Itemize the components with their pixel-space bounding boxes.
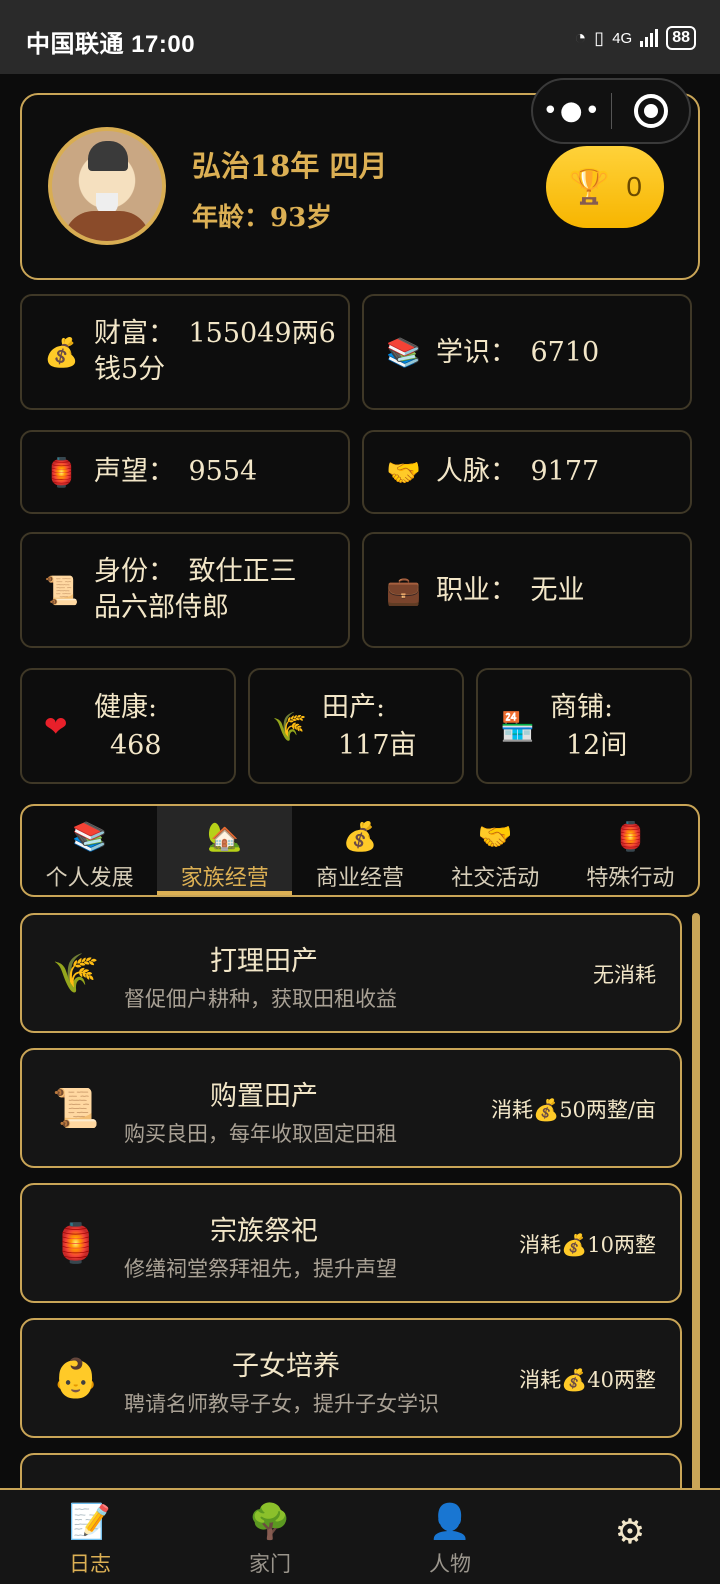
knowledge-text: 学识： 6710 [436,337,600,368]
nav-label: 人物 [429,1552,471,1576]
career-text: 职业： 无业 [436,575,585,606]
lantern-icon: 🏮 [612,820,648,853]
action-desc: 购买良田，每年收取固定田租 [124,1122,397,1146]
nav-label: 日志 [69,1552,111,1576]
stat-reputation: 🏮 声望： 9554 [20,430,350,514]
gear-icon: ⚙ [614,1512,646,1552]
vibrate-icon: ▯ [594,27,605,48]
action-cost: 消耗💰50两整/亩 [491,1098,656,1122]
money-bag-icon: 💰 [342,820,378,853]
stat-knowledge: 📚 学识： 6710 [362,294,692,410]
health-label: 健康: [94,692,158,723]
stat-shops: 🏪 商铺: 12间 [476,668,692,784]
stat-health: ❤ 健康: 468 [20,668,236,784]
books-icon: 📚 [386,336,421,369]
character-age: 年龄：93岁 [192,203,333,233]
wealth-text: 财富： 155049两6钱5分 [94,318,336,385]
action-cost: 无消耗 [593,963,656,987]
scroll-icon: 📜 [44,574,79,607]
action-title: 打理田产 [210,946,318,977]
action-title: 购置田产 [210,1081,318,1112]
category-tabs: 📚 个人发展 🏡 家族经营 💰 商业经营 🤝 社交活动 🏮 特殊行动 [20,804,700,897]
status-bar: 中国联通 17:00 ◔ ▯ 4G 88 [0,0,720,74]
tab-label: 商业经营 [316,866,405,891]
status-icons: ◔ ▯ 4G 88 [574,24,696,52]
network-label: 4G [612,29,633,47]
nav-label: 家门 [249,1552,291,1576]
trophy-icon: 🏆 [568,168,611,206]
tab-label: 家族经营 [180,866,269,891]
speed-icon: ◔ [574,26,587,49]
tab-personal-development[interactable]: 📚 个人发展 [22,806,157,895]
stat-career: 💼 职业： 无业 [362,532,692,648]
action-desc: 督促佃户耕种，获取田租收益 [124,987,397,1011]
action-clan-worship[interactable]: 🏮 宗族祭祀 修缮祠堂祭拜祖先，提升声望 消耗💰10两整 [20,1183,682,1303]
books-icon: 📚 [72,820,108,853]
tab-label: 个人发展 [45,866,134,891]
stat-connections: 🤝 人脉： 9177 [362,430,692,514]
tab-business[interactable]: 💰 商业经营 [292,806,427,895]
bottom-nav: 📝 日志 🌳 家门 👤 人物 ⚙ [0,1488,720,1584]
shops-value: 12间 [566,730,628,761]
memo-icon: 📝 [68,1502,112,1542]
scroll-icon: 📜 [52,1086,100,1130]
action-buy-farmland[interactable]: 📜 购置田产 购买良田，每年收取固定田租 消耗💰50两整/亩 [20,1048,682,1168]
reputation-text: 声望： 9554 [94,456,258,487]
connections-text: 人脉： 9177 [436,456,600,487]
scrollbar[interactable] [692,913,700,1493]
rice-icon: 🌾 [272,710,307,743]
target-icon [633,94,668,128]
nav-settings[interactable]: ⚙ [540,1490,720,1584]
tab-social[interactable]: 🤝 社交活动 [428,806,563,895]
action-cost: 消耗💰10两整 [519,1233,656,1257]
lantern-icon: 🏮 [44,456,79,489]
action-desc: 聘请名师教导子女，提升子女学识 [124,1392,439,1416]
action-manage-farmland[interactable]: 🌾 打理田产 督促佃户耕种，获取田租收益 无消耗 [20,913,682,1033]
miniprogram-capsule: •●• [531,78,691,144]
tab-family-management[interactable]: 🏡 家族经营 [157,806,293,895]
handshake-icon: 🤝 [386,456,421,489]
tab-label: 社交活动 [451,866,540,891]
carrier-time: 中国联通 17:00 [26,31,196,58]
shop-icon: 🏪 [500,710,535,743]
nav-family[interactable]: 🌳 家门 [180,1490,360,1584]
stat-farmland: 🌾 田产: 117亩 [248,668,464,784]
game-date: 弘治18年 四月 [192,149,388,183]
nav-character[interactable]: 👤 人物 [360,1490,540,1584]
close-capsule-button[interactable] [612,94,689,128]
shops-label: 商铺: [550,692,614,723]
action-title: 宗族祭祀 [210,1216,318,1247]
action-title: 子女培养 [232,1351,340,1382]
briefcase-icon: 💼 [386,574,421,607]
signal-icon [640,29,659,47]
trophy-count: 0 [626,171,642,202]
action-desc: 修缮祠堂祭拜祖先，提升声望 [124,1257,397,1281]
farmland-value: 117亩 [338,730,417,761]
house-icon: 🏡 [207,820,243,853]
farmland-label: 田产: [322,692,386,723]
identity-text: 身份： 致仕正三品六部侍郎 [94,556,297,623]
action-cost: 消耗💰40两整 [519,1368,656,1392]
health-value: 468 [110,730,162,761]
person-icon: 👤 [428,1502,472,1542]
tab-label: 特殊行动 [586,866,675,891]
battery-indicator: 88 [666,26,696,50]
action-raise-children[interactable]: 👶 子女培养 聘请名师教导子女，提升子女学识 消耗💰40两整 [20,1318,682,1438]
handshake-icon: 🤝 [477,820,513,853]
heart-icon: ❤ [44,710,68,743]
nav-log[interactable]: 📝 日志 [0,1490,180,1584]
lantern-icon: 🏮 [52,1221,100,1265]
more-icon[interactable]: •●• [533,96,611,126]
tree-icon: 🌳 [248,1502,292,1542]
tab-special-actions[interactable]: 🏮 特殊行动 [563,806,698,895]
trophy-button[interactable]: 🏆 0 [546,146,664,228]
rice-icon: 🌾 [52,951,100,995]
baby-icon: 👶 [52,1356,100,1400]
money-bag-icon: 💰 [44,336,79,369]
avatar[interactable] [48,127,166,245]
stat-identity: 📜 身份： 致仕正三品六部侍郎 [20,532,350,648]
stat-wealth: 💰 财富： 155049两6钱5分 [20,294,350,410]
